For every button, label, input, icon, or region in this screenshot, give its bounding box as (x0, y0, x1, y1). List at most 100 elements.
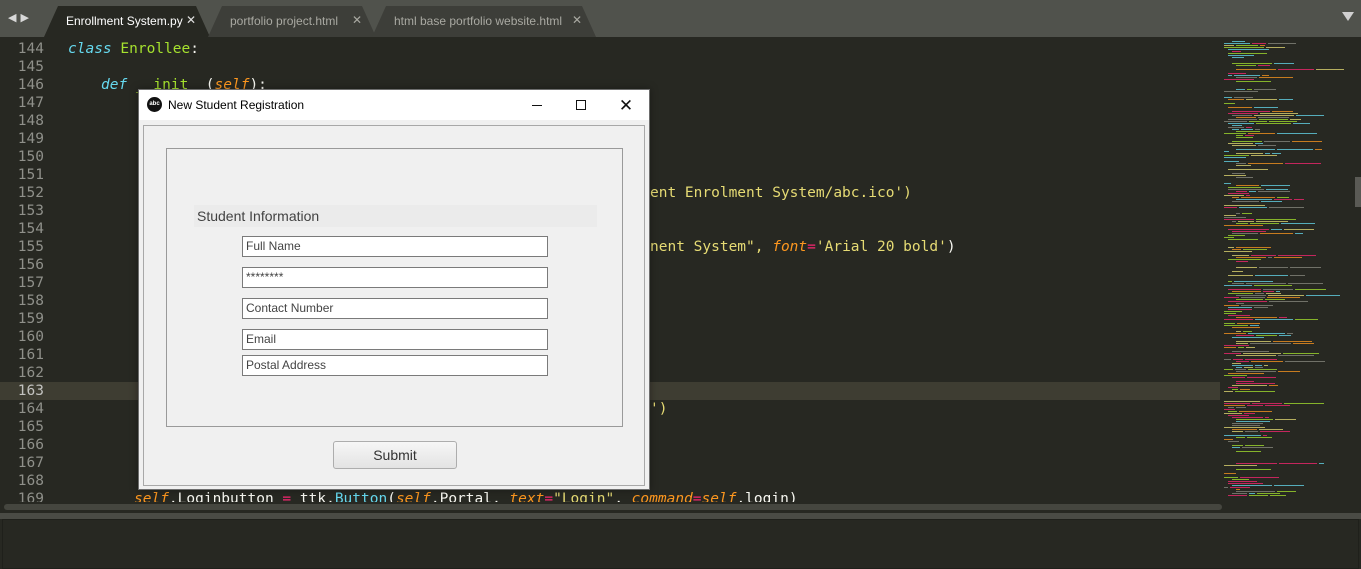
minimap-line (1248, 163, 1283, 164)
close-button[interactable]: ✕ (603, 90, 649, 120)
contact-number-field[interactable]: Contact Number (242, 298, 548, 319)
tab-close-icon[interactable]: ✕ (186, 13, 196, 27)
minimap-line (1264, 365, 1268, 366)
minimap-line (1228, 281, 1232, 282)
minimap-line (1228, 239, 1258, 240)
tab-html-base-portfolio[interactable]: html base portfolio website.html ✕ (372, 6, 596, 37)
tab-close-icon[interactable]: ✕ (572, 13, 582, 27)
horizontal-scrollbar[interactable] (0, 502, 1361, 512)
minimap-line (1224, 345, 1249, 346)
minimap-line (1238, 347, 1244, 348)
submit-button[interactable]: Submit (333, 441, 457, 469)
tab-enrollment-system[interactable]: Enrollment System.py ✕ (44, 6, 210, 37)
minimap-line (1295, 289, 1326, 290)
minimap-line (1246, 195, 1250, 196)
minimap-line (1224, 439, 1233, 440)
minimap-line (1224, 225, 1263, 226)
minimap-line (1236, 295, 1266, 296)
minimap-line (1236, 317, 1277, 318)
minimap-line (1232, 231, 1266, 232)
minimap-line (1232, 145, 1256, 146)
minimap-line (1224, 305, 1239, 306)
vertical-scrollbar[interactable] (1355, 177, 1361, 207)
password-field[interactable]: ******** (242, 267, 548, 288)
minimap-line (1295, 233, 1303, 234)
minimap-line (1249, 191, 1256, 192)
minimap-line (1232, 271, 1243, 272)
minimap-line (1248, 133, 1275, 134)
forward-arrow-icon[interactable]: ▶ (20, 11, 32, 24)
back-arrow-icon[interactable]: ◀ (8, 11, 20, 24)
minimap-line (1241, 297, 1265, 298)
email-field[interactable]: Email (242, 329, 548, 350)
line-number: 152 (17, 185, 44, 201)
minimap-line (1273, 341, 1312, 342)
minimap-line (1256, 335, 1277, 336)
minimap-line (1236, 343, 1248, 344)
minimap-line (1236, 163, 1246, 164)
scroll-thumb[interactable] (4, 504, 1222, 510)
minimap-line (1240, 477, 1279, 478)
minimap-line (1228, 415, 1249, 416)
minimap-line (1268, 295, 1304, 296)
minimap-line (1249, 495, 1268, 496)
minimap-line (1252, 403, 1282, 404)
minimap-line (1228, 123, 1254, 124)
minimap-line (1224, 161, 1239, 162)
minimap-line (1266, 47, 1285, 48)
window-titlebar[interactable]: abc New Student Registration ✕ (139, 90, 649, 120)
minimap-line (1274, 485, 1304, 486)
minimap-line (1232, 365, 1253, 366)
minimap-line (1232, 377, 1245, 378)
minimap-line (1255, 367, 1263, 368)
minimap-line (1228, 189, 1264, 190)
minimap-line (1232, 129, 1239, 130)
minimap-line (1285, 163, 1321, 164)
tab-portfolio-project[interactable]: portfolio project.html ✕ (208, 6, 376, 37)
minimap-line (1268, 43, 1296, 44)
minimap-line (1257, 493, 1280, 494)
line-number: 164 (17, 401, 44, 417)
minimap-line (1232, 249, 1241, 250)
line-number: 163 (0, 382, 62, 400)
minimap-line (1224, 91, 1258, 92)
minimap-line (1232, 221, 1236, 222)
minimap-line (1296, 115, 1324, 116)
minimap-line (1224, 157, 1246, 158)
tab-dropdown-icon[interactable] (1342, 12, 1354, 21)
minimap-line (1232, 429, 1257, 430)
minimap-line (1269, 121, 1297, 122)
minimap-line (1224, 237, 1234, 238)
tab-close-icon[interactable]: ✕ (352, 13, 362, 27)
minimize-button[interactable] (514, 90, 560, 120)
code-line: nent System", font='Arial 20 bold') (650, 239, 956, 255)
minimap-line (1247, 437, 1272, 438)
output-console[interactable] (0, 519, 1361, 569)
maximize-button[interactable] (558, 90, 604, 120)
minimap-line (1259, 77, 1293, 78)
minimap-line (1236, 331, 1241, 332)
minimap-line (1239, 411, 1272, 412)
close-icon: ✕ (618, 95, 634, 115)
minimap-line (1254, 107, 1278, 108)
line-number: 146 (17, 77, 44, 93)
minimap-line (1245, 135, 1254, 136)
minimap-line (1232, 485, 1272, 486)
minimap-line (1224, 375, 1247, 376)
postal-address-field[interactable]: Postal Address (242, 355, 548, 376)
minimap-line (1236, 489, 1240, 490)
minimap-line (1277, 491, 1296, 492)
minimap-line (1224, 151, 1229, 152)
minimap[interactable] (1220, 37, 1361, 502)
full-name-field[interactable]: Full Name (242, 236, 548, 257)
line-number: 158 (17, 293, 44, 309)
minimap-line (1232, 447, 1240, 448)
minimap-line (1269, 385, 1278, 386)
minimap-line (1232, 283, 1244, 284)
minimap-line (1268, 257, 1272, 258)
minimap-line (1234, 75, 1260, 76)
minimap-line (1259, 267, 1288, 268)
minimap-line (1236, 135, 1243, 136)
minimap-line (1236, 153, 1263, 154)
minimap-line (1240, 389, 1250, 390)
